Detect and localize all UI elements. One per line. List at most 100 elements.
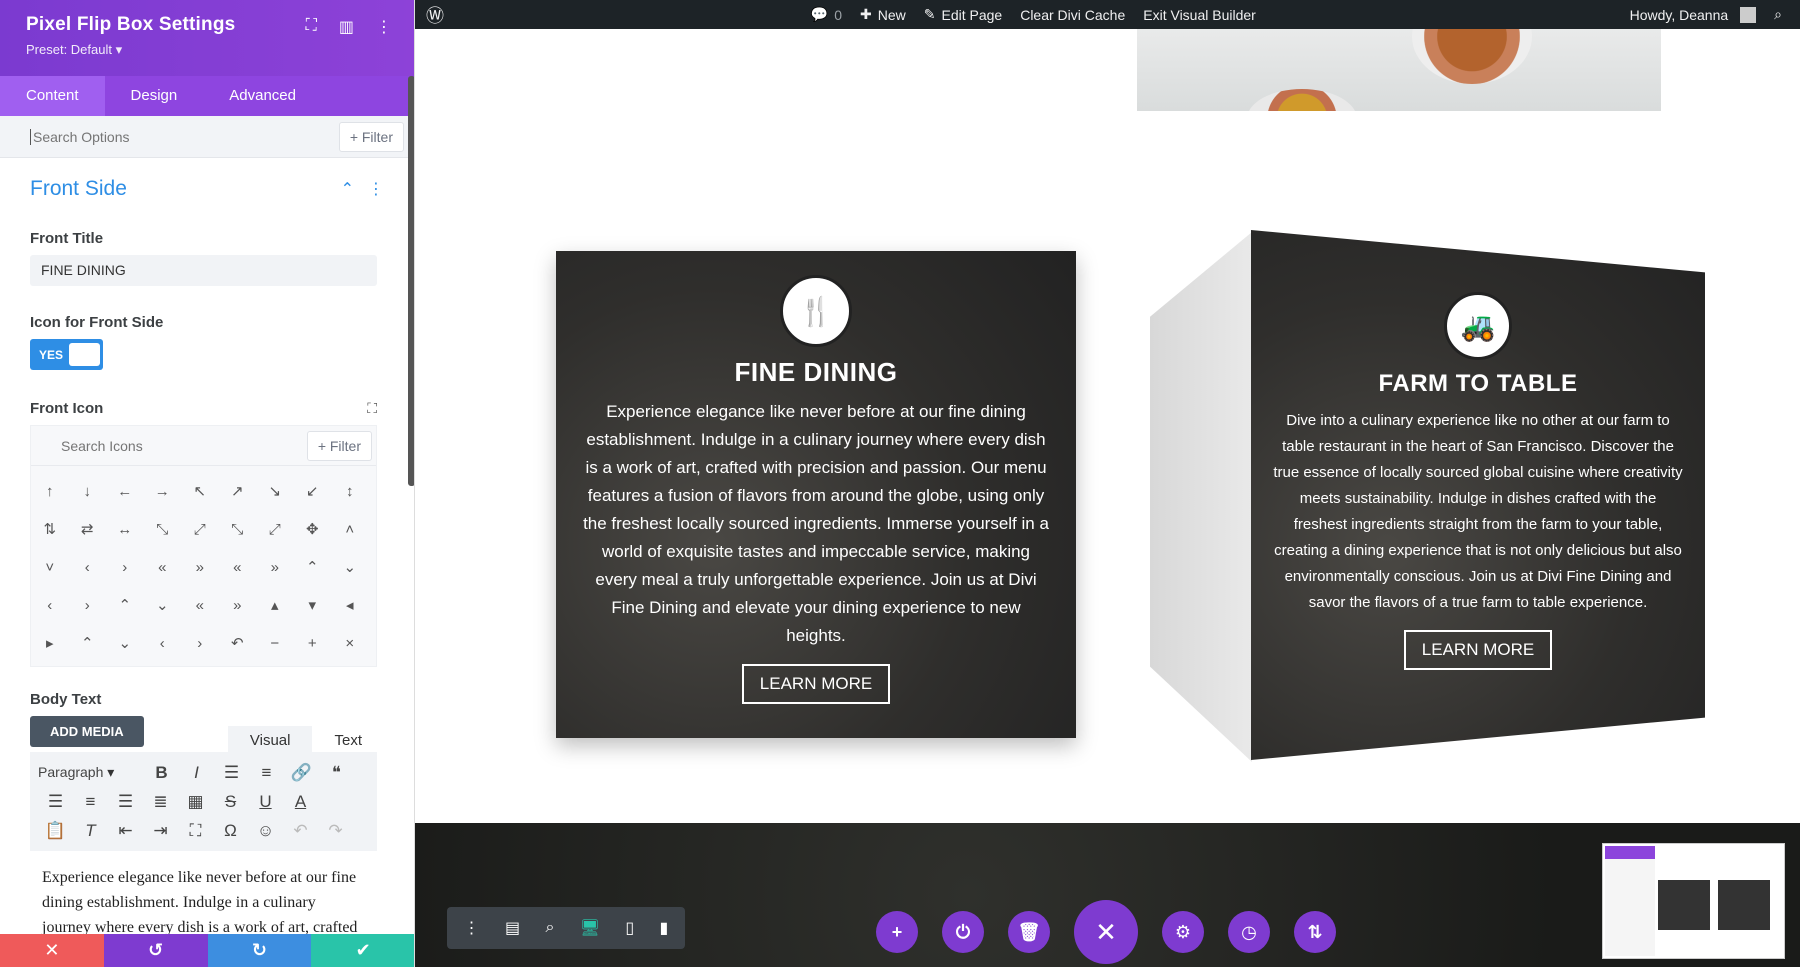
bold-icon[interactable]: B: [144, 763, 179, 783]
icon-option[interactable]: ‹: [69, 548, 107, 586]
icon-option[interactable]: +: [294, 624, 332, 662]
align-right-icon[interactable]: ☰: [108, 792, 143, 812]
undo-icon[interactable]: ↶: [283, 821, 318, 841]
redo-button[interactable]: ↻: [207, 934, 312, 967]
icon-front-toggle[interactable]: YES: [30, 339, 103, 370]
icon-option[interactable]: ↑: [31, 472, 69, 510]
new-link[interactable]: ✚ New: [860, 6, 906, 23]
more-icon[interactable]: ⋮: [376, 17, 392, 37]
preset-dropdown[interactable]: Preset: Default ▾: [26, 42, 388, 58]
section-header[interactable]: Front Side ⌃ ⋮: [30, 158, 384, 220]
icon-option[interactable]: ↓: [69, 472, 107, 510]
search-options-input[interactable]: [30, 128, 339, 145]
icon-option[interactable]: ✥: [294, 510, 332, 548]
tab-text[interactable]: Text: [312, 726, 384, 755]
columns-icon[interactable]: ▥: [339, 17, 354, 37]
icon-option[interactable]: ⌃: [294, 548, 332, 586]
history-icon[interactable]: ◷: [1228, 911, 1270, 953]
icon-option[interactable]: ⌃: [106, 586, 144, 624]
icon-option[interactable]: ⤡: [144, 510, 182, 548]
outdent-icon[interactable]: ⇤: [108, 821, 143, 841]
add-media-button[interactable]: ADD MEDIA: [30, 716, 144, 747]
icon-option[interactable]: ‹: [144, 624, 182, 662]
learn-more-button[interactable]: LEARN MORE: [741, 664, 891, 704]
icon-option[interactable]: ⌄: [331, 548, 369, 586]
icon-option[interactable]: ↗: [219, 472, 257, 510]
icon-option[interactable]: ◂: [331, 586, 369, 624]
wireframe-icon[interactable]: ▤: [505, 918, 520, 938]
redo-icon[interactable]: ↷: [318, 821, 353, 841]
save-button[interactable]: ✔: [311, 934, 414, 967]
icon-option[interactable]: ⇅: [31, 510, 69, 548]
flip-box-fine-dining[interactable]: 🍴 FINE DINING Experience elegance like n…: [556, 251, 1076, 738]
gear-icon[interactable]: ⚙: [1162, 911, 1204, 953]
panel-scrollbar[interactable]: [408, 76, 414, 486]
align-left-icon[interactable]: ☰: [38, 792, 73, 812]
add-icon[interactable]: +: [876, 911, 918, 953]
trash-icon[interactable]: 🗑: [1008, 911, 1050, 953]
icon-option[interactable]: »: [181, 548, 219, 586]
align-center-icon[interactable]: ≡: [73, 792, 108, 812]
icon-filter-button[interactable]: + Filter: [306, 430, 372, 461]
icon-option[interactable]: ⤡: [219, 510, 257, 548]
icon-option[interactable]: ›: [181, 624, 219, 662]
clear-format-icon[interactable]: T: [73, 821, 108, 841]
quote-icon[interactable]: ❝: [319, 763, 354, 783]
tab-advanced[interactable]: Advanced: [203, 76, 322, 116]
tab-design[interactable]: Design: [105, 76, 204, 116]
icon-option[interactable]: «: [181, 586, 219, 624]
user-menu[interactable]: Howdy, Deanna: [1630, 6, 1757, 23]
more-icon[interactable]: ⋮: [464, 918, 480, 938]
edit-page-link[interactable]: ✎ Edit Page: [924, 6, 1002, 23]
bullet-list-icon[interactable]: ☰: [214, 763, 249, 783]
icon-option[interactable]: ↙: [294, 472, 332, 510]
icon-option[interactable]: −: [256, 624, 294, 662]
tab-visual[interactable]: Visual: [227, 726, 313, 755]
icon-option[interactable]: ⌄: [106, 624, 144, 662]
comments-link[interactable]: 💬 0: [811, 6, 842, 23]
paragraph-select[interactable]: Paragraph ▾: [38, 764, 144, 781]
exit-builder-link[interactable]: Exit Visual Builder: [1143, 7, 1256, 23]
icon-option[interactable]: ˅: [31, 548, 69, 586]
fullscreen-icon[interactable]: ⛶: [367, 400, 377, 417]
icon-option[interactable]: «: [144, 548, 182, 586]
icon-option[interactable]: ›: [106, 548, 144, 586]
strikethrough-icon[interactable]: S: [213, 792, 248, 812]
sort-icon[interactable]: ⇅: [1294, 911, 1336, 953]
search-icon[interactable]: ⌕: [1774, 6, 1782, 23]
learn-more-button[interactable]: LEARN MORE: [1403, 630, 1553, 670]
icon-option[interactable]: «: [219, 548, 257, 586]
italic-icon[interactable]: I: [179, 763, 214, 783]
icon-option[interactable]: »: [219, 586, 257, 624]
icon-option[interactable]: ▾: [294, 586, 332, 624]
paste-icon[interactable]: 📋: [38, 821, 73, 841]
icon-option[interactable]: ‹: [31, 586, 69, 624]
icon-option[interactable]: ←: [106, 472, 144, 510]
tab-content[interactable]: Content: [0, 76, 105, 116]
icon-option[interactable]: ⤢: [181, 510, 219, 548]
icon-option[interactable]: ▴: [256, 586, 294, 624]
desktop-icon[interactable]: 🖥: [580, 918, 600, 938]
align-justify-icon[interactable]: ≣: [143, 792, 178, 812]
page-minimap[interactable]: [1602, 843, 1785, 959]
emoji-icon[interactable]: ☺: [248, 821, 283, 841]
undo-button[interactable]: ↺: [103, 934, 208, 967]
more-icon[interactable]: ⋮: [368, 179, 384, 199]
icon-search-input[interactable]: [61, 437, 307, 454]
icon-option[interactable]: →: [144, 472, 182, 510]
icon-option[interactable]: »: [256, 548, 294, 586]
discard-button[interactable]: ✕: [0, 934, 104, 967]
underline-icon[interactable]: U: [248, 792, 283, 812]
filter-button[interactable]: + Filter: [338, 121, 404, 152]
wordpress-icon[interactable]: Ⓦ: [415, 2, 455, 28]
icon-option[interactable]: ˄: [331, 510, 369, 548]
icon-option[interactable]: ⌄: [144, 586, 182, 624]
clear-cache-link[interactable]: Clear Divi Cache: [1020, 7, 1125, 23]
icon-option[interactable]: ↖: [181, 472, 219, 510]
icon-option[interactable]: ⇄: [69, 510, 107, 548]
icon-option[interactable]: ▸: [31, 624, 69, 662]
fullscreen-icon[interactable]: ⛶: [178, 821, 213, 841]
close-icon[interactable]: ✕: [1074, 900, 1138, 964]
text-color-icon[interactable]: A: [283, 792, 318, 812]
link-icon[interactable]: 🔗: [284, 763, 319, 783]
